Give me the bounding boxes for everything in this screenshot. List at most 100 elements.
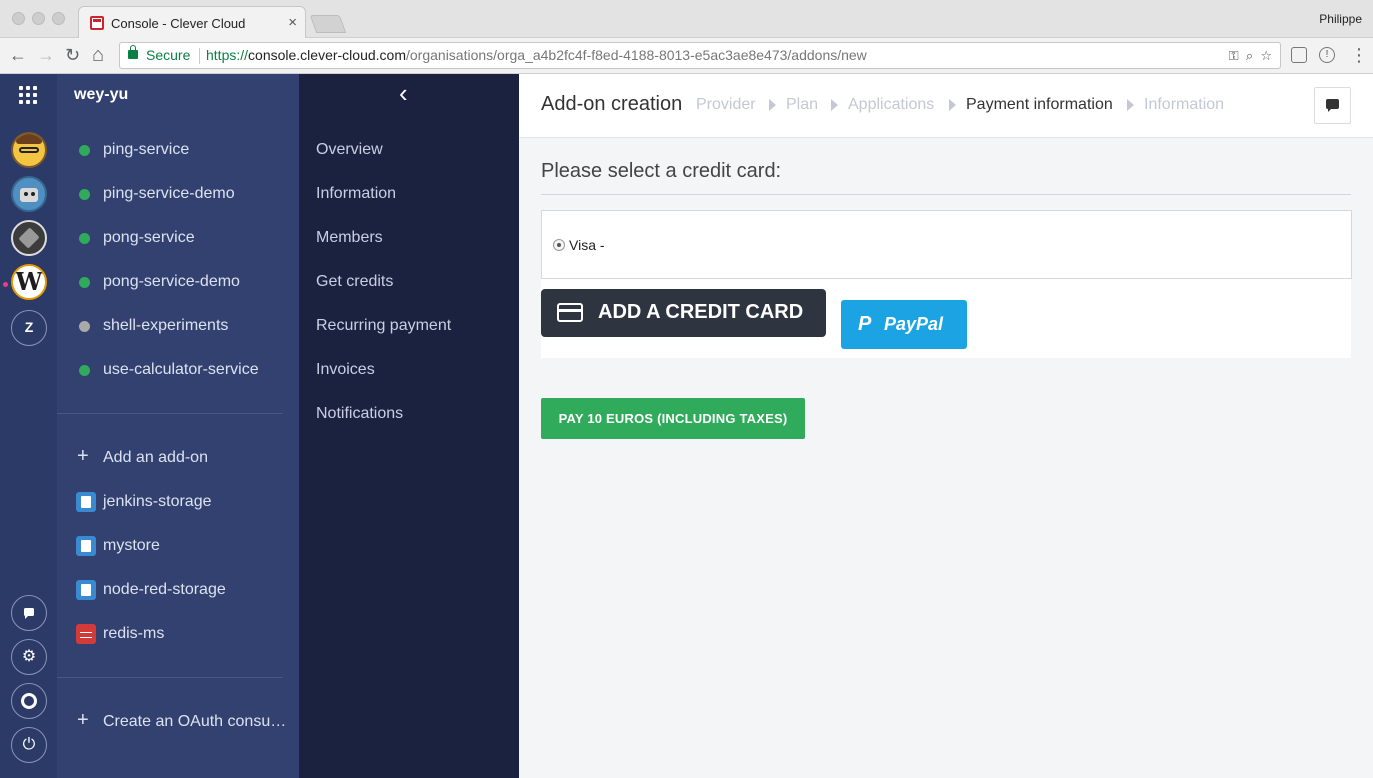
apps-sidebar: wey-yu ping-service ping-service-demo po… <box>57 74 299 778</box>
rss-extension-icon[interactable] <box>1291 47 1307 63</box>
org-name[interactable]: wey-yu <box>74 86 128 104</box>
page-title: Add-on creation <box>541 93 683 115</box>
app-status-dot <box>79 145 90 156</box>
gear-icon[interactable]: ⚙ <box>11 639 47 675</box>
app-label: shell-experiments <box>103 317 229 334</box>
menu-item-notifications[interactable]: Notifications <box>316 405 403 423</box>
org-avatar-dark[interactable] <box>11 220 47 256</box>
url-host: console.clever-cloud.com <box>248 47 406 63</box>
org-avatar-z[interactable]: Z <box>11 310 47 346</box>
key-icon[interactable]: ⚿ <box>1229 48 1239 63</box>
org-avatar-personal[interactable] <box>11 132 47 168</box>
fs-bucket-icon <box>76 580 96 600</box>
add-addon-label: Add an add-on <box>103 449 208 466</box>
pay-button[interactable]: PAY 10 EUROS (INCLUDING TAXES) <box>541 398 805 439</box>
collapse-chevron-icon[interactable]: ‹ <box>399 80 408 106</box>
tab-close-icon[interactable]: × <box>288 14 297 31</box>
info-extension-icon[interactable]: ! <box>1319 47 1335 63</box>
app-item-ping-service[interactable]: ping-service <box>57 132 299 168</box>
home-icon[interactable]: ⌂ <box>92 43 104 67</box>
app-label: pong-service <box>103 229 195 246</box>
wizard-header: Add-on creation Provider Plan Applicatio… <box>519 74 1373 138</box>
redis-icon <box>76 624 96 644</box>
sidebar-divider <box>57 413 283 414</box>
app-item-use-calculator-service[interactable]: use-calculator-service <box>57 352 299 388</box>
zoom-icon[interactable]: ⌕ <box>1246 48 1253 63</box>
step-plan[interactable]: Plan <box>786 96 818 114</box>
lifebuoy-icon[interactable] <box>11 683 47 719</box>
credit-card-option[interactable]: Visa - <box>541 210 1352 279</box>
addon-item-mystore[interactable]: mystore <box>57 528 299 564</box>
step-applications[interactable]: Applications <box>848 96 934 114</box>
window-close-button[interactable] <box>12 12 25 25</box>
browser-tab[interactable]: Console - Clever Cloud × <box>78 6 306 38</box>
browser-menu-icon[interactable]: ⋮ <box>1350 43 1368 67</box>
addon-item-redis-ms[interactable]: redis-ms <box>57 616 299 652</box>
menu-item-information[interactable]: Information <box>316 185 396 203</box>
menu-item-overview[interactable]: Overview <box>316 141 383 159</box>
fs-bucket-icon <box>76 536 96 556</box>
create-oauth-consumer-button[interactable]: + Create an OAuth consu… <box>57 704 299 740</box>
app-status-dot <box>79 277 90 288</box>
app-status-dot <box>79 189 90 200</box>
step-chevron-icon <box>1127 99 1134 111</box>
address-bar[interactable]: Secure https://console.clever-cloud.com/… <box>119 42 1281 69</box>
url-scheme: https:// <box>206 47 249 63</box>
browser-tab-bar: Console - Clever Cloud × Philippe <box>0 0 1373 38</box>
bookmark-star-icon[interactable]: ☆ <box>1260 48 1272 63</box>
active-org-indicator <box>3 282 8 287</box>
window-minimize-button[interactable] <box>32 12 45 25</box>
new-tab-button[interactable] <box>309 15 347 33</box>
main-content: Add-on creation Provider Plan Applicatio… <box>519 74 1373 778</box>
menu-item-invoices[interactable]: Invoices <box>316 361 375 379</box>
tab-title: Console - Clever Cloud <box>111 16 246 31</box>
org-avatar-robot[interactable] <box>11 176 47 212</box>
step-provider[interactable]: Provider <box>696 96 756 114</box>
add-card-label: ADD A CREDIT CARD <box>598 301 804 323</box>
card-label: Visa - <box>569 237 605 253</box>
card-radio[interactable] <box>553 239 565 251</box>
organisation-menu: ‹ Overview Information Members Get credi… <box>299 74 519 778</box>
addon-label: jenkins-storage <box>103 493 212 510</box>
chat-support-button[interactable] <box>1314 87 1351 124</box>
power-icon[interactable]: ⏻ <box>11 727 47 763</box>
org-avatar-wey-yu[interactable]: W <box>11 264 47 300</box>
app-label: ping-service-demo <box>103 185 235 202</box>
window-zoom-button[interactable] <box>52 12 65 25</box>
step-chevron-icon <box>949 99 956 111</box>
back-icon[interactable]: ← <box>9 43 27 67</box>
add-addon-button[interactable]: + Add an add-on <box>57 440 299 476</box>
profile-name[interactable]: Philippe <box>1319 12 1362 26</box>
secure-label: Secure <box>146 47 191 63</box>
paypal-button[interactable]: P PayPal <box>841 300 967 349</box>
title-rule <box>541 194 1351 195</box>
menu-item-members[interactable]: Members <box>316 229 383 247</box>
address-separator <box>199 48 200 64</box>
add-credit-card-button[interactable]: ADD A CREDIT CARD <box>541 289 826 337</box>
payment-methods-panel: Visa - ADD A CREDIT CARD P PayPal <box>541 210 1352 358</box>
menu-item-recurring-payment[interactable]: Recurring payment <box>316 317 451 335</box>
apps-grid-icon[interactable] <box>19 86 37 104</box>
app-status-dot <box>79 321 90 332</box>
chat-icon[interactable] <box>11 595 47 631</box>
fs-bucket-icon <box>76 492 96 512</box>
organisation-rail: W Z ⚙ ⏻ <box>0 74 57 778</box>
create-oauth-label: Create an OAuth consu… <box>103 713 287 730</box>
app-item-pong-service[interactable]: pong-service <box>57 220 299 256</box>
app-item-pong-service-demo[interactable]: pong-service-demo <box>57 264 299 300</box>
step-information[interactable]: Information <box>1144 96 1224 114</box>
menu-item-get-credits[interactable]: Get credits <box>316 273 393 291</box>
browser-toolbar: ← → ↻ ⌂ Secure https://console.clever-cl… <box>0 38 1373 74</box>
addon-item-jenkins-storage[interactable]: jenkins-storage <box>57 484 299 520</box>
app-item-ping-service-demo[interactable]: ping-service-demo <box>57 176 299 212</box>
app-label: use-calculator-service <box>103 361 259 378</box>
url-text[interactable]: https://console.clever-cloud.com/organis… <box>206 43 867 68</box>
addon-item-node-red-storage[interactable]: node-red-storage <box>57 572 299 608</box>
console-app: W Z ⚙ ⏻ wey-yu ping-service ping-service… <box>0 74 1373 778</box>
app-status-dot <box>79 233 90 244</box>
app-item-shell-experiments[interactable]: shell-experiments <box>57 308 299 344</box>
url-path: /organisations/orga_a4b2fc4f-f8ed-4188-8… <box>406 47 867 63</box>
forward-icon[interactable]: → <box>37 43 55 67</box>
reload-icon[interactable]: ↻ <box>65 43 80 67</box>
step-payment-information[interactable]: Payment information <box>966 96 1113 114</box>
